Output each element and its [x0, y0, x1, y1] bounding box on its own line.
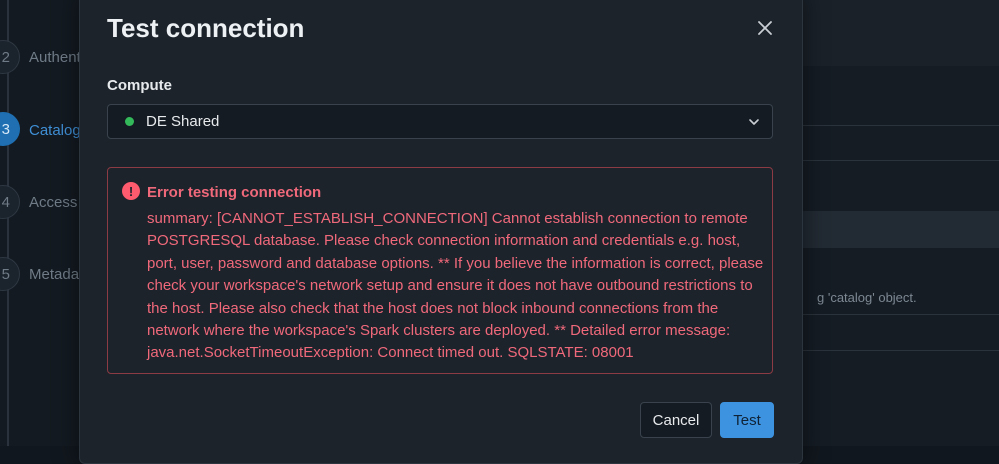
step-3-label[interactable]: Catalog	[29, 122, 81, 139]
cancel-button[interactable]: Cancel	[640, 402, 712, 438]
compute-label: Compute	[107, 77, 172, 94]
wizard-steps-sidebar: 2 Authent 3 Catalog 4 Access 5 Metada	[0, 0, 81, 446]
step-4-label[interactable]: Access	[29, 194, 77, 211]
close-button[interactable]	[752, 15, 778, 41]
background-hint-text: g 'catalog' object.	[817, 290, 917, 305]
error-message: summary: [CANNOT_ESTABLISH_CONNECTION] C…	[147, 210, 764, 362]
close-icon	[758, 21, 772, 35]
background-table-header	[800, 211, 999, 248]
background-divider	[800, 125, 999, 126]
step-5-label[interactable]: Metada	[29, 266, 79, 283]
compute-selected-value: DE Shared	[146, 113, 220, 130]
step-3-number: 3	[0, 112, 20, 146]
background-divider	[800, 160, 999, 161]
background-header-band	[800, 0, 999, 66]
background-divider	[800, 314, 999, 315]
error-title: Error testing connection	[147, 184, 322, 201]
error-alert: ! Error testing connection summary: [CAN…	[107, 167, 773, 374]
step-2-label[interactable]: Authent	[29, 49, 81, 66]
step-2-number: 2	[0, 40, 20, 74]
compute-status-dot	[125, 117, 134, 126]
error-icon: !	[122, 182, 140, 200]
step-5-number: 5	[0, 257, 20, 291]
background-divider	[800, 350, 999, 351]
test-connection-dialog: Test connection Compute DE Shared ! Erro…	[79, 0, 803, 464]
test-button[interactable]: Test	[720, 402, 774, 438]
chevron-down-icon	[749, 119, 759, 125]
compute-select[interactable]: DE Shared	[107, 104, 773, 139]
step-4-number: 4	[0, 185, 20, 219]
dialog-title: Test connection	[107, 13, 305, 43]
